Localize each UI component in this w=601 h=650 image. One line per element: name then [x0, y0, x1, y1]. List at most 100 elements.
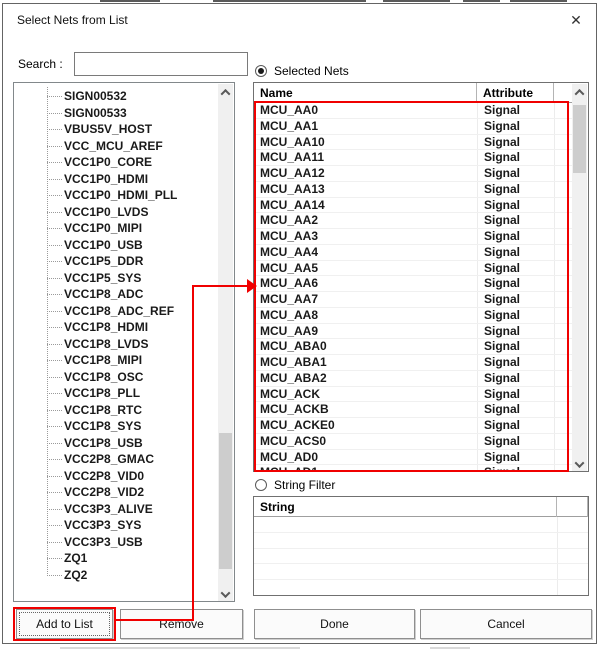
table-row[interactable]: MCU_AA13Signal — [254, 182, 572, 198]
table-row[interactable]: MCU_ACKSignal — [254, 387, 572, 403]
cell-net-name: MCU_AA5 — [260, 261, 318, 277]
column-header-name[interactable]: Name — [254, 83, 477, 103]
search-input[interactable] — [74, 52, 248, 76]
column-header-extra — [557, 497, 588, 517]
column-header-string[interactable]: String — [254, 497, 557, 517]
net-tree-item[interactable]: SIGN00533 — [14, 105, 214, 122]
net-tree-item[interactable]: VCC1P5_DDR — [14, 253, 214, 270]
radio-selected-icon[interactable] — [255, 65, 267, 77]
net-tree-item[interactable]: VCC1P8_ADC — [14, 286, 214, 303]
net-tree-item[interactable]: VCC2P8_VID0 — [14, 468, 214, 485]
cell-net-name: MCU_AA3 — [260, 229, 318, 245]
net-tree-item[interactable]: ZQ1 — [14, 550, 214, 567]
net-tree-item[interactable]: VCC2P8_VID2 — [14, 484, 214, 501]
scroll-up-icon[interactable] — [218, 84, 233, 100]
tree-branch-icon — [47, 96, 62, 97]
cell-attribute: Signal — [484, 355, 520, 371]
remove-button[interactable]: Remove — [120, 609, 243, 639]
table-row[interactable]: MCU_ACS0Signal — [254, 434, 572, 450]
table-row[interactable]: MCU_AA2Signal — [254, 213, 572, 229]
scroll-down-icon[interactable] — [572, 456, 587, 472]
table-row[interactable]: MCU_ABA0 Signal — [254, 339, 572, 355]
table-row[interactable]: MCU_ACKBSignal — [254, 402, 572, 418]
net-tree-item[interactable]: VCC1P0_LVDS — [14, 204, 214, 221]
net-tree-item[interactable]: VCC1P8_OSC — [14, 369, 214, 386]
cell-net-name: MCU_AA8 — [260, 308, 318, 324]
net-tree-item[interactable]: ZQ2 — [14, 567, 214, 584]
cancel-button[interactable]: Cancel — [420, 609, 592, 639]
cell-attribute: Signal — [484, 339, 520, 355]
table-row[interactable]: MCU_AA12Signal — [254, 166, 572, 182]
table-row[interactable]: MCU_ABA1 Signal — [254, 355, 572, 371]
net-name-label: VCC3P3_USB — [64, 534, 143, 551]
cell-net-name: MCU_ABA1 — [260, 355, 327, 371]
radio-unselected-icon[interactable] — [255, 479, 267, 491]
table-row[interactable]: MCU_AA5Signal — [254, 261, 572, 277]
net-tree-item[interactable]: VBUS5V_HOST — [14, 121, 214, 138]
table-row[interactable]: MCU_AA9Signal — [254, 324, 572, 340]
net-tree-item[interactable]: VCC1P8_USB — [14, 435, 214, 452]
table-row[interactable]: MCU_AA11Signal — [254, 150, 572, 166]
table-row[interactable]: MCU_AA3Signal — [254, 229, 572, 245]
table-row[interactable]: MCU_AA14Signal — [254, 198, 572, 214]
net-tree-item[interactable]: VCC1P8_ADC_REF — [14, 303, 214, 320]
table-row[interactable]: MCU_AA0Signal — [254, 103, 572, 119]
net-name-label: VCC2P8_GMAC — [64, 451, 154, 468]
tree-branch-icon — [47, 261, 62, 262]
table-row[interactable]: MCU_AA8Signal — [254, 308, 572, 324]
cell-net-name: MCU_AA13 — [260, 182, 325, 198]
cell-attribute: Signal — [484, 135, 520, 151]
net-tree-item[interactable]: VCC1P8_RTC — [14, 402, 214, 419]
net-tree-item[interactable]: VCC1P0_USB — [14, 237, 214, 254]
tree-branch-icon — [47, 146, 62, 147]
net-tree-item[interactable]: VCC1P8_SYS — [14, 418, 214, 435]
net-tree-item[interactable]: SIGN00532 — [14, 88, 214, 105]
net-tree-item[interactable]: VCC_MCU_AREF — [14, 138, 214, 155]
net-tree-item[interactable]: VCC1P0_HDMI_PLL — [14, 187, 214, 204]
column-header-attribute[interactable]: Attribute — [477, 83, 554, 103]
net-tree-item[interactable]: VCC1P8_MIPI — [14, 352, 214, 369]
table-row[interactable]: MCU_ABA2Signal — [254, 371, 572, 387]
tree-scrollbar-thumb[interactable] — [219, 433, 232, 569]
table-row[interactable]: MCU_AA7Signal — [254, 292, 572, 308]
tree-scrollbar[interactable] — [218, 84, 233, 602]
table-row[interactable]: MCU_AD0Signal — [254, 450, 572, 466]
net-name-label: VCC1P8_USB — [64, 435, 143, 452]
table-row[interactable]: MCU_AA4Signal — [254, 245, 572, 261]
tree-branch-icon — [47, 459, 62, 460]
table-row[interactable]: MCU_AA1Signal — [254, 119, 572, 135]
string-filter-radio[interactable]: String Filter — [255, 478, 335, 492]
net-tree-item[interactable]: VCC2P8_GMAC — [14, 451, 214, 468]
add-to-list-button[interactable]: Add to List — [16, 609, 113, 639]
net-tree-item[interactable]: VCC3P3_ALIVE — [14, 501, 214, 518]
table-scrollbar[interactable] — [572, 84, 587, 472]
string-filter-table: String — [253, 496, 589, 596]
tree-branch-icon — [47, 509, 62, 510]
net-name-label: SIGN00532 — [64, 88, 127, 105]
done-button[interactable]: Done — [254, 609, 415, 639]
net-tree-item[interactable]: VCC3P3_SYS — [14, 517, 214, 534]
net-name-label: VCC1P8_OSC — [64, 369, 143, 386]
table-row[interactable]: MCU_AA10Signal — [254, 135, 572, 151]
selected-nets-radio[interactable]: Selected Nets — [255, 64, 349, 78]
net-name-label: SIGN00533 — [64, 105, 127, 122]
tree-branch-icon — [47, 311, 62, 312]
net-tree-item[interactable]: VCC1P8_PLL — [14, 385, 214, 402]
scroll-up-icon[interactable] — [572, 84, 587, 100]
scroll-down-icon[interactable] — [218, 586, 233, 602]
net-tree-item[interactable]: VCC1P8_LVDS — [14, 336, 214, 353]
net-tree-item[interactable]: VCC1P0_HDMI — [14, 171, 214, 188]
net-tree-item[interactable]: VCC1P0_CORE — [14, 154, 214, 171]
net-tree-item[interactable]: VCC1P5_SYS — [14, 270, 214, 287]
close-icon[interactable]: ✕ — [564, 9, 588, 31]
table-row[interactable]: MCU_AD1Signal — [254, 465, 572, 471]
net-tree-item[interactable]: VCC1P8_HDMI — [14, 319, 214, 336]
table-row[interactable]: MCU_ACKE0Signal — [254, 418, 572, 434]
tree-branch-icon — [47, 492, 62, 493]
table-scrollbar-thumb[interactable] — [573, 105, 586, 173]
net-tree-item[interactable]: VCC3P3_USB — [14, 534, 214, 551]
cell-attribute: Signal — [484, 324, 520, 340]
table-row[interactable]: MCU_AA6Signal — [254, 276, 572, 292]
cell-net-name: MCU_ABA0 — [260, 339, 327, 355]
net-tree-item[interactable]: VCC1P0_MIPI — [14, 220, 214, 237]
